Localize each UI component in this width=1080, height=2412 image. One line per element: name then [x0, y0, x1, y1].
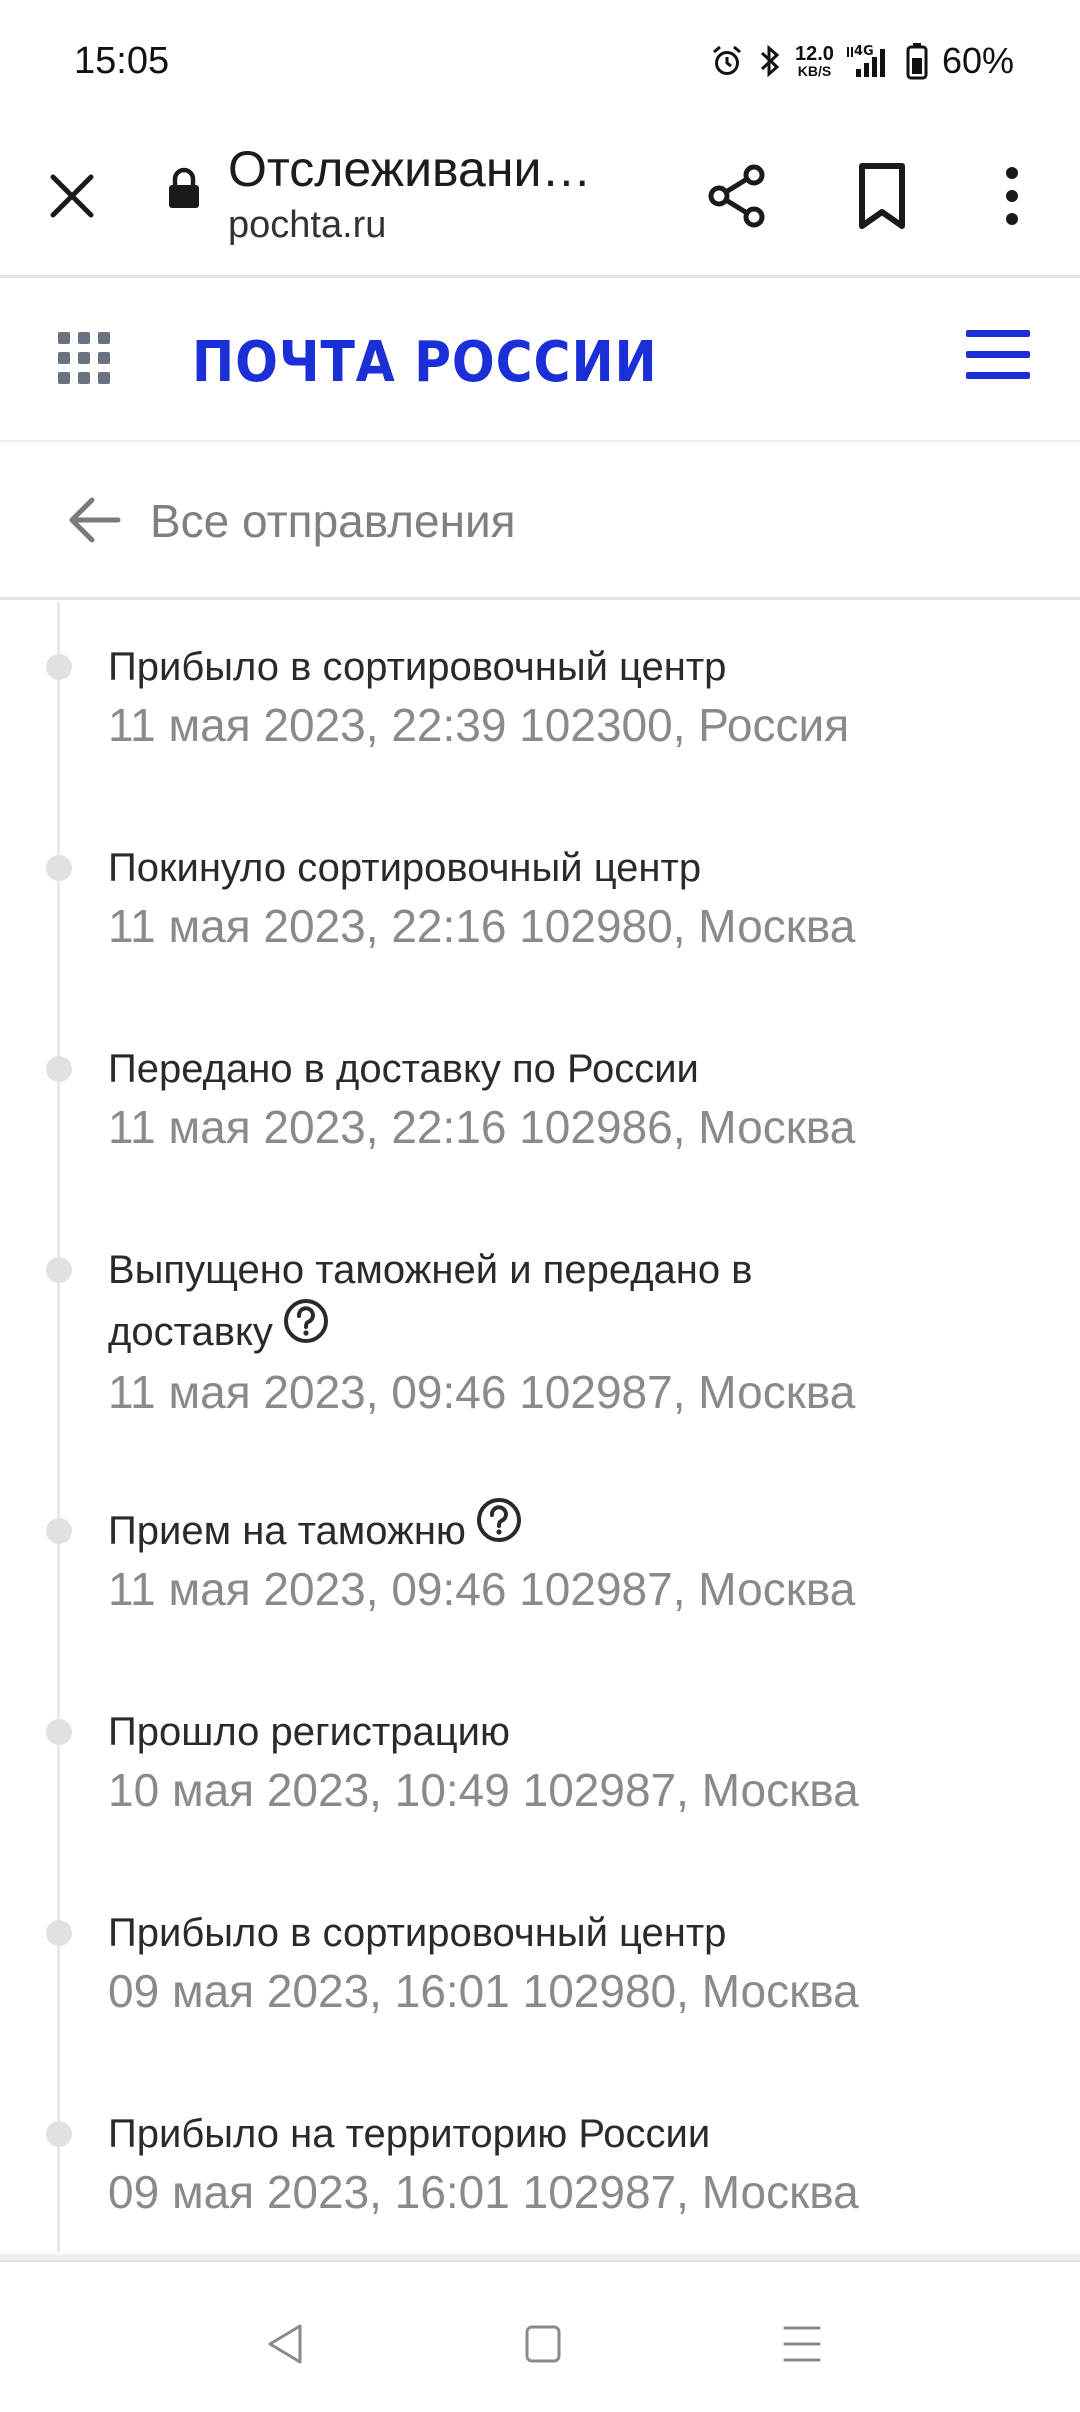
menu-button[interactable]: [966, 330, 1034, 390]
timeline-dot: [46, 1257, 72, 1283]
timeline-dot: [46, 1518, 72, 1544]
status-time: 15:05: [74, 40, 170, 82]
nav-back-button[interactable]: [266, 2322, 304, 2371]
browser-toolbar: Отслеживани… pochta.ru: [0, 120, 1080, 278]
event-title: Передано в доставку по России: [108, 1047, 699, 1091]
nav-recents-button[interactable]: [782, 2322, 822, 2371]
more-options-button[interactable]: [990, 160, 1034, 232]
network-speed: 12.0 KB/S: [795, 43, 834, 79]
site-header: ПОЧТА РОССИИ: [0, 278, 1080, 442]
bookmark-icon: [859, 163, 905, 229]
status-bar: 15:05 12.0 KB/S 4G 60%: [0, 0, 1080, 120]
apps-button[interactable]: [56, 330, 112, 386]
nav-home-button[interactable]: [524, 2324, 562, 2369]
share-button[interactable]: [704, 162, 772, 230]
bluetooth-icon: [757, 43, 783, 79]
timeline-dot: [46, 2121, 72, 2147]
bookmark-button[interactable]: [850, 160, 914, 232]
more-vert-icon: [1006, 167, 1018, 225]
event-meta: 11 мая 2023, 09:46 102987, Москва: [108, 1563, 856, 1615]
event-meta: 10 мая 2023, 10:49 102987, Москва: [108, 1764, 859, 1816]
system-nav-bar: [0, 2282, 1080, 2412]
event-title: Прибыло в сортировочный центр: [108, 1911, 727, 1955]
status-icons: 12.0 KB/S 4G 60%: [709, 38, 1014, 84]
content-bottom-divider: [0, 2254, 1080, 2262]
back-to-shipments-link[interactable]: Все отправления: [0, 442, 1080, 600]
page-url[interactable]: pochta.ru: [228, 204, 386, 247]
close-icon: [50, 174, 94, 218]
square-home-icon: [525, 2325, 561, 2363]
hamburger-icon: [966, 330, 1034, 379]
event-title: Прием на таможню: [108, 1497, 1008, 1565]
arrow-left-icon: [66, 494, 122, 551]
timeline-dot: [46, 1920, 72, 1946]
page-title[interactable]: Отслеживани…: [228, 140, 628, 198]
lock-icon: [166, 166, 202, 215]
svg-text:4G: 4G: [854, 44, 874, 59]
signal-icon: 4G: [846, 43, 894, 79]
apps-grid-icon: [58, 332, 110, 384]
question-circle-icon[interactable]: [283, 1298, 329, 1362]
brand-logo[interactable]: ПОЧТА РОССИИ: [192, 330, 658, 395]
timeline-line: [57, 602, 60, 2252]
lines-recents-icon: [783, 2326, 821, 2362]
timeline-dot: [46, 654, 72, 680]
event-title-text: Прием на таможню: [108, 1509, 466, 1553]
event-title-line-2: доставку: [108, 1310, 273, 1354]
event-meta: 11 мая 2023, 22:39 102300, Россия: [108, 699, 850, 751]
event-title-line-1: Выпущено таможней и передано в: [108, 1248, 753, 1292]
back-link-label: Все отправления: [150, 495, 516, 547]
tracking-timeline: Прибыло в сортировочный центр 11 мая 202…: [0, 602, 1080, 2254]
share-icon: [708, 164, 765, 228]
event-title: Прошло регистрацию: [108, 1710, 510, 1754]
alarm-icon: [709, 43, 745, 79]
close-tab-button[interactable]: [40, 164, 104, 228]
battery-level: 60%: [941, 40, 1014, 81]
timeline-dot: [46, 1056, 72, 1082]
timeline-dot: [46, 855, 72, 881]
event-title: Прибыло на территорию России: [108, 2112, 711, 2156]
triangle-back-icon: [268, 2324, 302, 2364]
event-meta: 11 мая 2023, 22:16 102980, Москва: [108, 900, 856, 952]
event-meta: 09 мая 2023, 16:01 102987, Москва: [108, 2166, 859, 2218]
event-title: Выпущено таможней и передано в доставку: [108, 1239, 1008, 1366]
event-meta: 09 мая 2023, 16:01 102980, Москва: [108, 1965, 859, 2017]
question-circle-icon[interactable]: [476, 1497, 522, 1561]
timeline-dot: [46, 1719, 72, 1745]
event-meta: 11 мая 2023, 09:46 102987, Москва: [108, 1366, 856, 1418]
battery-icon: [906, 42, 928, 80]
event-title: Покинуло сортировочный центр: [108, 846, 702, 890]
event-title: Прибыло в сортировочный центр: [108, 645, 727, 689]
event-meta: 11 мая 2023, 22:16 102986, Москва: [108, 1101, 856, 1153]
